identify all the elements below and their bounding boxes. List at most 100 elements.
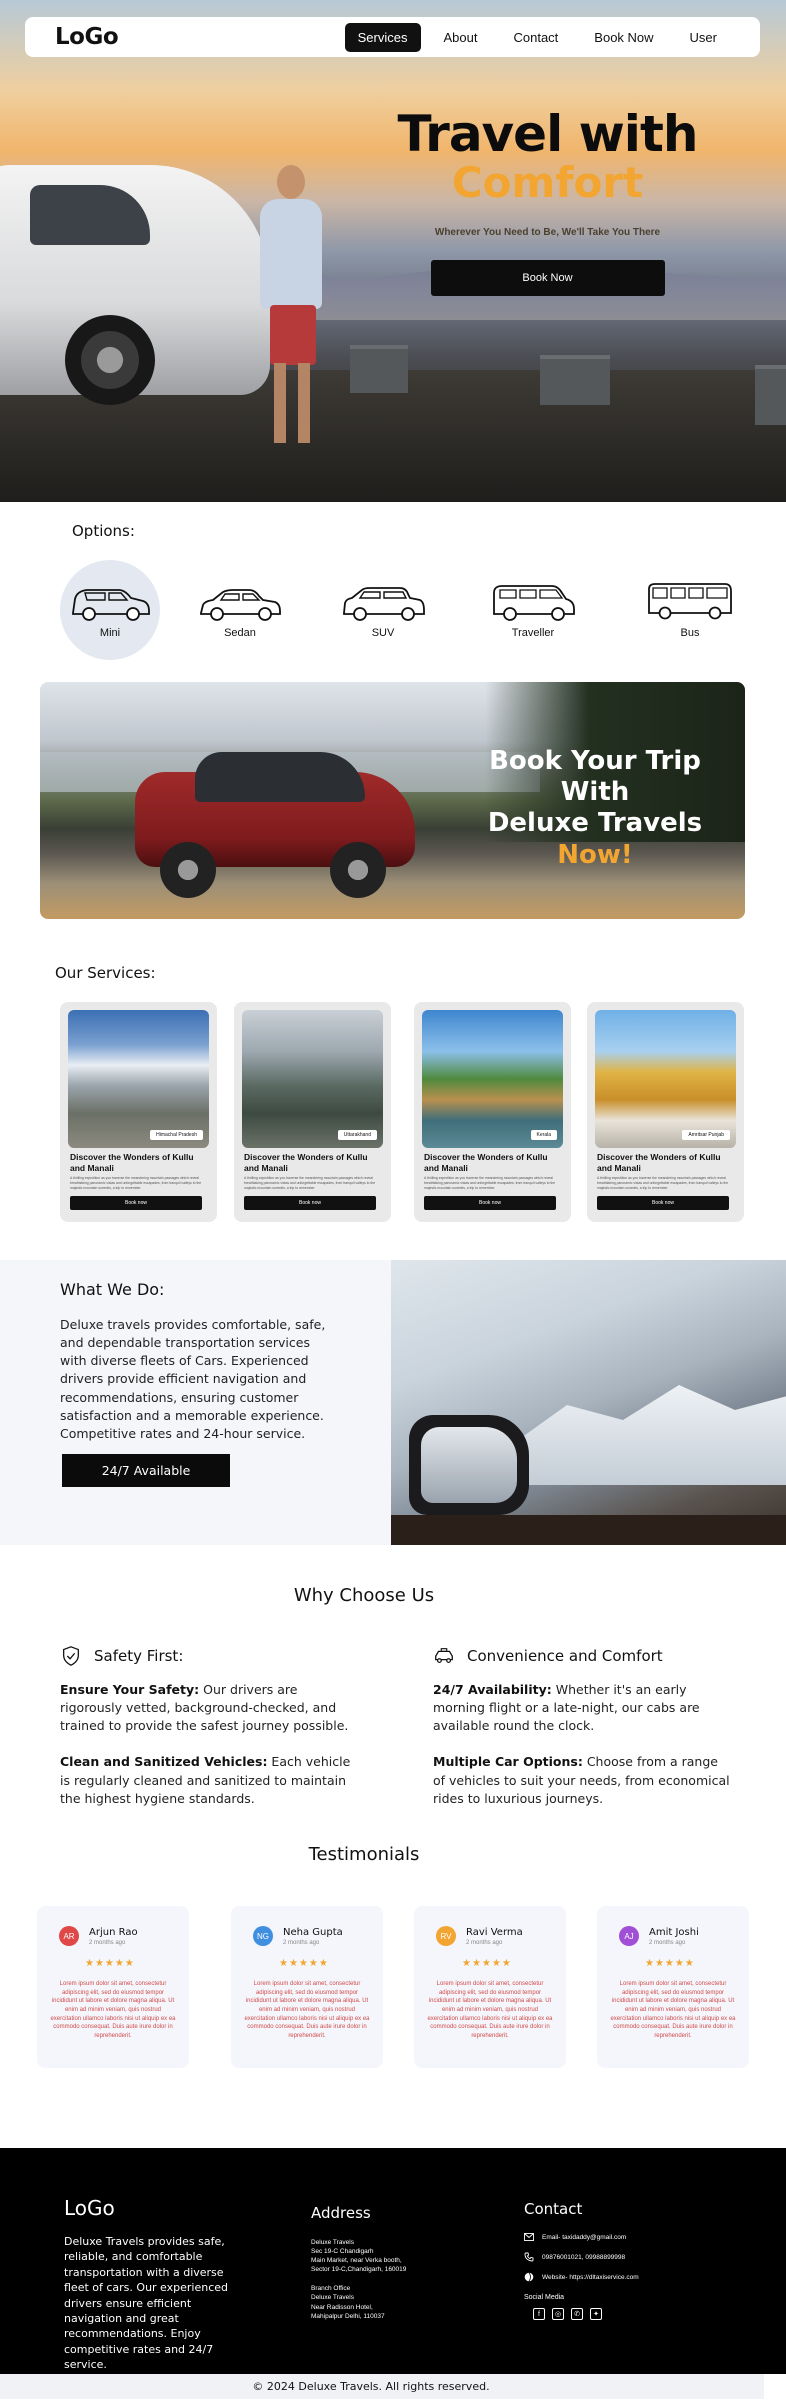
sedan-icon bbox=[200, 589, 281, 621]
facebook-icon[interactable]: f bbox=[533, 2308, 545, 2320]
service-book-button[interactable]: Book now bbox=[597, 1196, 729, 1210]
instagram-icon[interactable]: ◎ bbox=[552, 2308, 564, 2320]
safety-heading: Safety First: bbox=[60, 1645, 360, 1667]
service-card[interactable]: Kerala Discover the Wonders of Kullu and… bbox=[414, 1002, 571, 1222]
nav-book-now[interactable]: Book Now bbox=[581, 23, 666, 52]
hero-heading: Travel with Comfort Wherever You Need to… bbox=[390, 108, 705, 296]
service-location-tag: Uttarakhand bbox=[337, 1130, 377, 1140]
reviewer-name: Ravi Verma bbox=[466, 1927, 523, 1938]
review-time: 2 months ago bbox=[649, 1940, 686, 1946]
option-suv[interactable]: SUV bbox=[333, 560, 433, 660]
nav-contact[interactable]: Contact bbox=[500, 23, 571, 52]
review-time: 2 months ago bbox=[89, 1940, 126, 1946]
safety-column: Safety First: Ensure Your Safety: Our dr… bbox=[60, 1645, 360, 1826]
service-title: Discover the Wonders of Kullu and Manali bbox=[424, 1152, 548, 1174]
review-text: Lorem ipsum dolor sit amet, consectetur … bbox=[427, 1981, 553, 2040]
nav-about[interactable]: About bbox=[431, 23, 491, 52]
option-bus[interactable]: Bus bbox=[640, 560, 740, 660]
service-image: Amritsar Punjab bbox=[595, 1010, 736, 1148]
safety-heading-text: Safety First: bbox=[94, 1647, 184, 1665]
address-title: Address bbox=[311, 2204, 371, 2222]
footer-about: Deluxe Travels provides safe, reliable, … bbox=[64, 2235, 229, 2372]
email-row[interactable]: Email- taxidaddy@gmail.com bbox=[524, 2232, 744, 2242]
hero-section: LoGo Services About Contact Book Now Use… bbox=[0, 0, 786, 502]
site-logo[interactable]: LoGo bbox=[55, 24, 119, 50]
nav-links: Services About Contact Book Now User bbox=[344, 22, 730, 52]
service-image: Himachal Pradesh bbox=[68, 1010, 209, 1148]
service-card[interactable]: Amritsar Punjab Discover the Wonders of … bbox=[587, 1002, 744, 1222]
what-we-do-title: What We Do: bbox=[60, 1280, 165, 1299]
hatchback-icon bbox=[72, 589, 150, 621]
option-traveller[interactable]: Traveller bbox=[483, 560, 583, 660]
whatsapp-icon[interactable]: ✆ bbox=[571, 2308, 583, 2320]
services-section: Our Services: Himachal Pradesh Discover … bbox=[0, 930, 786, 1260]
nav-services[interactable]: Services bbox=[344, 22, 421, 52]
service-card[interactable]: Himachal Pradesh Discover the Wonders of… bbox=[60, 1002, 217, 1222]
testimonial-card: AJ Amit Joshi 2 months ago ★★★★★ Lorem i… bbox=[597, 1906, 749, 2068]
option-label: SUV bbox=[371, 627, 395, 639]
review-time: 2 months ago bbox=[466, 1940, 503, 1946]
service-book-button[interactable]: Book now bbox=[424, 1196, 556, 1210]
contact-title: Contact bbox=[524, 2200, 583, 2218]
address-block: Deluxe Travels Sec 19-C Chandigarh Main Ma… bbox=[311, 2238, 461, 2331]
safety-point: Ensure Your Safety: Our drivers are rigo… bbox=[60, 1682, 349, 1734]
service-card[interactable]: Uttarakhand Discover the Wonders of Kull… bbox=[234, 1002, 391, 1222]
service-image: Uttarakhand bbox=[242, 1010, 383, 1148]
hero-title-line1: Travel with bbox=[397, 105, 699, 163]
stone-post bbox=[350, 345, 408, 393]
banner-wrapper: Book Your Trip With Deluxe Travels Now! bbox=[0, 682, 786, 930]
nav-user[interactable]: User bbox=[677, 23, 730, 52]
testimonials-title: Testimonials bbox=[308, 1844, 420, 1865]
phone-row[interactable]: 09876001021, 09988899998 bbox=[524, 2252, 744, 2262]
twitter-icon[interactable]: ✦ bbox=[590, 2308, 602, 2320]
testimonial-card: AR Arjun Rao 2 months ago ★★★★★ Lorem ip… bbox=[37, 1906, 189, 2068]
review-time: 2 months ago bbox=[283, 1940, 320, 1946]
website-row[interactable]: Website- https://dltaxiservice.com bbox=[524, 2272, 744, 2282]
side-mirror-image bbox=[391, 1260, 786, 1545]
globe-icon bbox=[524, 2272, 534, 2282]
availability-point: 24/7 Availability: Whether it's an early… bbox=[433, 1682, 700, 1734]
review-text: Lorem ipsum dolor sit amet, consectetur … bbox=[610, 1981, 736, 2040]
stone-post bbox=[755, 365, 786, 425]
book-trip-banner: Book Your Trip With Deluxe Travels Now! bbox=[40, 682, 745, 919]
service-description: A thrilling expedition as you traverse t… bbox=[70, 1176, 202, 1190]
banner-line1: Book Your Trip With bbox=[489, 746, 701, 808]
service-description: A thrilling expedition as you traverse t… bbox=[424, 1176, 556, 1190]
service-title: Discover the Wonders of Kullu and Manali bbox=[597, 1152, 721, 1174]
shield-check-icon bbox=[63, 1646, 79, 1666]
service-description: A thrilling expedition as you traverse t… bbox=[244, 1176, 376, 1190]
service-book-button[interactable]: Book now bbox=[70, 1196, 202, 1210]
option-sedan[interactable]: Sedan bbox=[190, 560, 290, 660]
branch-office-address: Branch Office Deluxe Travels Near Radisson… bbox=[311, 2285, 385, 2320]
social-media-label: Social Media bbox=[524, 2294, 565, 2301]
review-text: Lorem ipsum dolor sit amet, consectetur … bbox=[244, 1981, 370, 2040]
options-section: Options: Mini Sedan SUV Traveller Bus bbox=[0, 502, 786, 682]
available-24-7-button[interactable]: 24/7 Available bbox=[62, 1454, 230, 1487]
service-book-button[interactable]: Book now bbox=[244, 1196, 376, 1210]
taxi-icon bbox=[435, 1648, 453, 1664]
what-we-do-section: What We Do: Deluxe travels provides comf… bbox=[0, 1260, 786, 1545]
footer-logo[interactable]: LoGo bbox=[64, 2196, 115, 2220]
avatar: NG bbox=[253, 1926, 273, 1946]
avatar: AR bbox=[59, 1926, 79, 1946]
service-image: Kerala bbox=[422, 1010, 563, 1148]
hero-person bbox=[250, 165, 330, 465]
reviewer-name: Amit Joshi bbox=[649, 1927, 699, 1938]
testimonials-section: Testimonials AR Arjun Rao 2 months ago ★… bbox=[0, 1830, 786, 2148]
testimonial-card: NG Neha Gupta 2 months ago ★★★★★ Lorem i… bbox=[231, 1906, 383, 2068]
top-navbar: LoGo Services About Contact Book Now Use… bbox=[25, 17, 760, 57]
option-mini[interactable]: Mini bbox=[60, 560, 160, 660]
why-choose-us-title: Why Choose Us bbox=[293, 1585, 435, 1606]
suv-icon bbox=[343, 587, 425, 621]
sanitized-point: Clean and Sanitized Vehicles: Each vehic… bbox=[60, 1754, 351, 1806]
banner-red-car bbox=[135, 752, 420, 898]
mail-icon bbox=[524, 2233, 534, 2241]
comfort-column: Convenience and Comfort 24/7 Availabilit… bbox=[433, 1645, 733, 1826]
van-icon bbox=[493, 585, 575, 621]
comfort-heading: Convenience and Comfort bbox=[433, 1645, 733, 1667]
star-rating: ★★★★★ bbox=[645, 1958, 695, 1969]
hero-book-now-button[interactable]: Book Now bbox=[430, 259, 665, 296]
option-label: Mini bbox=[99, 627, 121, 639]
hero-title-line2: Comfort bbox=[451, 157, 644, 207]
review-text: Lorem ipsum dolor sit amet, consectetur … bbox=[50, 1981, 176, 2040]
